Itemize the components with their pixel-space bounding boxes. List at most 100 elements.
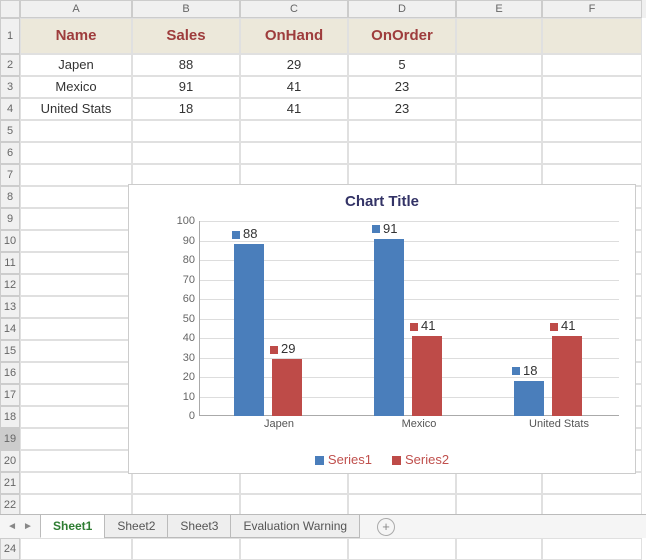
cell[interactable] — [348, 164, 456, 186]
row-header[interactable]: 15 — [0, 340, 20, 362]
cell[interactable] — [542, 142, 642, 164]
legend-item[interactable]: Series1 — [315, 452, 372, 467]
select-all-corner[interactable] — [0, 0, 20, 18]
row-header[interactable]: 22 — [0, 494, 20, 516]
row-header[interactable]: 5 — [0, 120, 20, 142]
cell[interactable] — [20, 450, 132, 472]
col-header-F[interactable]: F — [542, 0, 642, 18]
chart-bar[interactable]: 91 — [374, 239, 404, 416]
sheet-tab[interactable]: Sheet1 — [40, 515, 105, 538]
cell[interactable] — [20, 406, 132, 428]
cell[interactable] — [456, 142, 542, 164]
table-header-cell[interactable]: Name — [20, 18, 132, 54]
cell[interactable] — [20, 186, 132, 208]
table-data-cell[interactable]: Mexico — [20, 76, 132, 98]
legend-item[interactable]: Series2 — [392, 452, 449, 467]
sheet-tab[interactable]: Evaluation Warning — [230, 515, 360, 538]
row-header[interactable]: 21 — [0, 472, 20, 494]
table-data-cell[interactable]: 41 — [240, 76, 348, 98]
cell[interactable] — [240, 472, 348, 494]
row-header[interactable]: 9 — [0, 208, 20, 230]
cell[interactable] — [456, 18, 542, 54]
chart-bar[interactable]: 41 — [552, 336, 582, 416]
row-header[interactable]: 7 — [0, 164, 20, 186]
cell[interactable] — [456, 120, 542, 142]
cell[interactable] — [456, 494, 542, 516]
chart-bar[interactable]: 18 — [514, 381, 544, 416]
table-data-cell[interactable]: 18 — [132, 98, 240, 120]
tab-nav-arrows[interactable]: ◄ ► — [0, 521, 40, 532]
cell[interactable] — [20, 318, 132, 340]
embedded-chart[interactable]: Chart Title 0102030405060708090100 88299… — [128, 184, 636, 474]
cell[interactable] — [132, 538, 240, 560]
cell[interactable] — [240, 538, 348, 560]
table-header-cell[interactable]: OnOrder — [348, 18, 456, 54]
table-data-cell[interactable]: 41 — [240, 98, 348, 120]
row-header[interactable]: 18 — [0, 406, 20, 428]
table-data-cell[interactable]: 23 — [348, 98, 456, 120]
col-header-E[interactable]: E — [456, 0, 542, 18]
add-sheet-button[interactable]: + — [377, 518, 395, 536]
cell[interactable] — [456, 538, 542, 560]
cell[interactable] — [542, 164, 642, 186]
cell[interactable] — [20, 472, 132, 494]
row-header[interactable]: 24 — [0, 538, 20, 560]
cell[interactable] — [132, 472, 240, 494]
cell[interactable] — [20, 274, 132, 296]
cell[interactable] — [542, 18, 642, 54]
col-header-D[interactable]: D — [348, 0, 456, 18]
table-data-cell[interactable]: United Stats — [20, 98, 132, 120]
chart-bar[interactable]: 29 — [272, 359, 302, 416]
cell[interactable] — [456, 54, 542, 76]
cell[interactable] — [348, 472, 456, 494]
cell[interactable] — [20, 538, 132, 560]
row-header[interactable]: 2 — [0, 54, 20, 76]
row-header[interactable]: 11 — [0, 252, 20, 274]
table-data-cell[interactable]: 29 — [240, 54, 348, 76]
row-header[interactable]: 4 — [0, 98, 20, 120]
cell[interactable] — [20, 494, 132, 516]
table-data-cell[interactable]: 5 — [348, 54, 456, 76]
cell[interactable] — [20, 384, 132, 406]
row-header[interactable]: 19 — [0, 428, 20, 450]
cell[interactable] — [542, 54, 642, 76]
cell[interactable] — [20, 428, 132, 450]
row-header[interactable]: 13 — [0, 296, 20, 318]
cell[interactable] — [20, 142, 132, 164]
cell[interactable] — [20, 296, 132, 318]
cell[interactable] — [132, 120, 240, 142]
cell[interactable] — [132, 164, 240, 186]
table-data-cell[interactable]: 91 — [132, 76, 240, 98]
cell[interactable] — [240, 164, 348, 186]
cell[interactable] — [348, 538, 456, 560]
cell[interactable] — [456, 76, 542, 98]
cell[interactable] — [348, 494, 456, 516]
row-header[interactable]: 10 — [0, 230, 20, 252]
cell[interactable] — [240, 120, 348, 142]
sheet-tab[interactable]: Sheet2 — [104, 515, 168, 538]
tab-prev-icon[interactable]: ◄ — [7, 521, 17, 532]
cell[interactable] — [20, 252, 132, 274]
cell[interactable] — [542, 472, 642, 494]
table-header-cell[interactable]: Sales — [132, 18, 240, 54]
cell[interactable] — [542, 98, 642, 120]
cell[interactable] — [456, 164, 542, 186]
row-header[interactable]: 6 — [0, 142, 20, 164]
row-header[interactable]: 3 — [0, 76, 20, 98]
table-data-cell[interactable]: 23 — [348, 76, 456, 98]
table-data-cell[interactable]: 88 — [132, 54, 240, 76]
row-header[interactable]: 14 — [0, 318, 20, 340]
tab-next-icon[interactable]: ► — [23, 521, 33, 532]
cell[interactable] — [240, 142, 348, 164]
col-header-A[interactable]: A — [20, 0, 132, 18]
cell[interactable] — [348, 120, 456, 142]
cell[interactable] — [456, 98, 542, 120]
row-header[interactable]: 8 — [0, 186, 20, 208]
cell[interactable] — [542, 76, 642, 98]
cell[interactable] — [20, 164, 132, 186]
cell[interactable] — [20, 208, 132, 230]
cell[interactable] — [132, 142, 240, 164]
cell[interactable] — [456, 472, 542, 494]
row-header[interactable]: 12 — [0, 274, 20, 296]
row-header[interactable]: 17 — [0, 384, 20, 406]
